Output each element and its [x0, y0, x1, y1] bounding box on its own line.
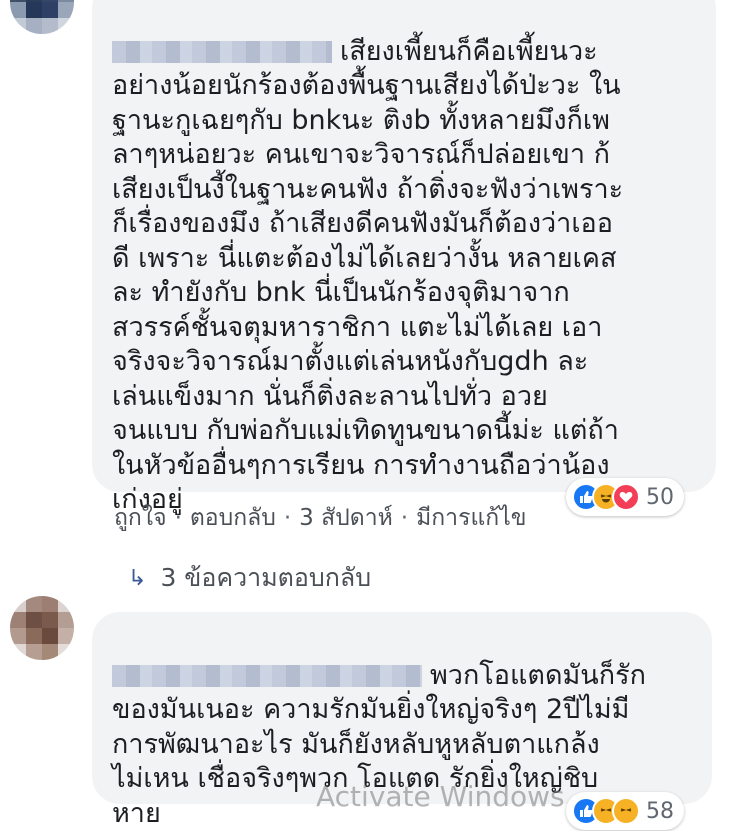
- separator-dot: ·: [174, 505, 182, 531]
- comment-text: เสียงเพี้ยนก็คือเพี้ยนวะ อย่างน้อยนักร้อ…: [112, 35, 624, 516]
- commenter-name[interactable]: [112, 665, 422, 687]
- timestamp-link[interactable]: 3 สัปดาห์: [299, 505, 393, 531]
- commenter-avatar[interactable]: [10, 596, 74, 660]
- reaction-count: 58: [646, 798, 674, 824]
- like-link[interactable]: ถูกใจ: [114, 505, 167, 531]
- comment-body: เสียงเพี้ยนก็คือเพี้ยนวะ อย่างน้อยนักร้อ…: [112, 0, 712, 518]
- commenter-name[interactable]: [112, 41, 332, 63]
- separator-dot: ·: [283, 505, 292, 531]
- edited-link[interactable]: มีการแก้ไข: [416, 505, 526, 531]
- reply-arrow-icon: ↳: [128, 565, 147, 591]
- comment-actions: ถูกใจ · ตอบกลับ · 3 สัปดาห์ · มีการแก้ไข: [114, 500, 527, 536]
- activate-windows-watermark: Activate Windows: [316, 780, 565, 813]
- separator-dot: ·: [400, 505, 409, 531]
- reaction-summary[interactable]: 58: [566, 792, 684, 830]
- reaction-count: 50: [646, 484, 674, 510]
- comment-bubble: พวกโอแตดมันก็รัก ของมันเนอะ ความรักมันยิ…: [92, 612, 712, 829]
- reply-link[interactable]: ตอบกลับ: [190, 505, 276, 531]
- commenter-avatar[interactable]: [10, 0, 74, 34]
- comment-bubble: เสียงเพี้ยนก็คือเพี้ยนวะ อย่างน้อยนักร้อ…: [92, 0, 716, 515]
- view-replies-link[interactable]: ↳ 3 ข้อความตอบกลับ: [128, 558, 371, 598]
- haha-icon: [612, 797, 640, 825]
- replies-count-label: 3 ข้อความตอบกลับ: [160, 563, 372, 592]
- love-icon: [612, 483, 640, 511]
- reaction-summary[interactable]: 50: [566, 478, 684, 516]
